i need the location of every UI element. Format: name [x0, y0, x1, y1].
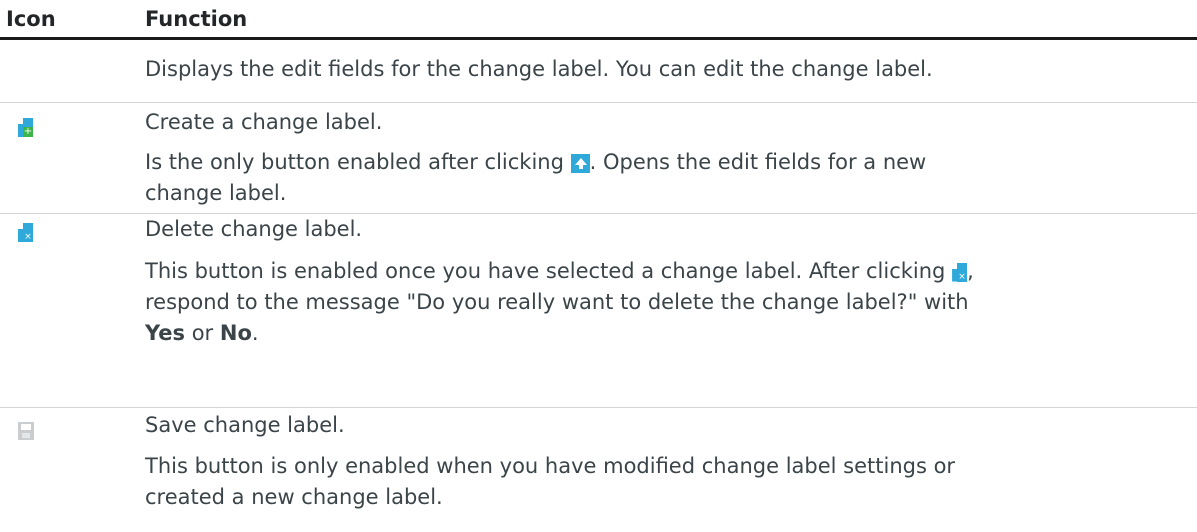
row-title: Save change label. [145, 413, 345, 437]
move-up-icon [570, 153, 590, 173]
table-header: Icon Function [0, 0, 1197, 40]
column-header-function: Function [145, 7, 248, 31]
row-description: This button is enabled once you have sel… [145, 259, 974, 345]
table-row: × Delete change label. This button is en… [0, 214, 1197, 408]
table-row: Displays the edit fields for the change … [0, 40, 1197, 103]
row-title: Create a change label. [145, 110, 383, 134]
delete-change-label-icon[interactable]: × [18, 222, 33, 242]
create-change-label-icon[interactable]: + [18, 117, 33, 137]
row-description: This button is only enabled when you hav… [145, 454, 956, 509]
icon-function-table: Icon Function Displays the edit fields f… [0, 0, 1197, 532]
table-row: Save change label. This button is only e… [0, 408, 1197, 532]
column-header-icon: Icon [6, 7, 56, 31]
save-change-label-icon[interactable] [18, 420, 34, 440]
delete-change-label-icon: × [952, 262, 968, 282]
row-description: Is the only button enabled after clickin… [145, 150, 927, 205]
row-title: Delete change label. [145, 217, 363, 241]
table-row: + Create a change label. Is the only but… [0, 103, 1197, 214]
row-description: Displays the edit fields for the change … [145, 57, 933, 81]
